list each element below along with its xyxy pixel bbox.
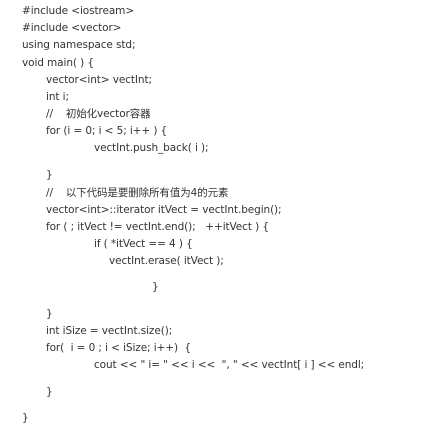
code-line: int iSize = vectInt.size();: [46, 325, 173, 337]
code-line: int i;: [46, 91, 69, 103]
code-line: for( i = 0 ; i < iSize; i++) {: [46, 342, 191, 354]
code-block: #include <iostream> #include <vector> us…: [0, 0, 436, 428]
code-line: }: [46, 386, 53, 398]
code-line: vector<int>::iterator itVect = vectInt.b…: [46, 204, 282, 216]
code-line: vector<int> vectInt;: [46, 74, 152, 86]
code-line: #include <iostream>: [22, 5, 135, 17]
code-line: }: [46, 308, 53, 320]
code-line: }: [22, 412, 29, 424]
code-line: }: [46, 169, 53, 181]
code-line: vectInt.erase( itVect );: [109, 255, 224, 267]
code-line: vectInt.push_back( i );: [94, 142, 209, 154]
code-line: for ( ; itVect != vectInt.end(); ++itVec…: [46, 221, 269, 233]
code-line: cout << " i= " << i << ", " << vectInt[ …: [94, 359, 365, 371]
code-comment: // 以下代码是要删除所有值为4的元素: [46, 187, 229, 199]
code-line: }: [152, 281, 159, 293]
code-line: using namespace std;: [22, 39, 136, 51]
code-line: for (i = 0; i < 5; i++ ) {: [46, 125, 168, 137]
code-line: #include <vector>: [22, 22, 122, 34]
code-line: void main( ) {: [22, 57, 94, 69]
code-line: if ( *itVect == 4 ) {: [94, 238, 193, 250]
code-comment: // 初始化vector容器: [46, 108, 151, 120]
